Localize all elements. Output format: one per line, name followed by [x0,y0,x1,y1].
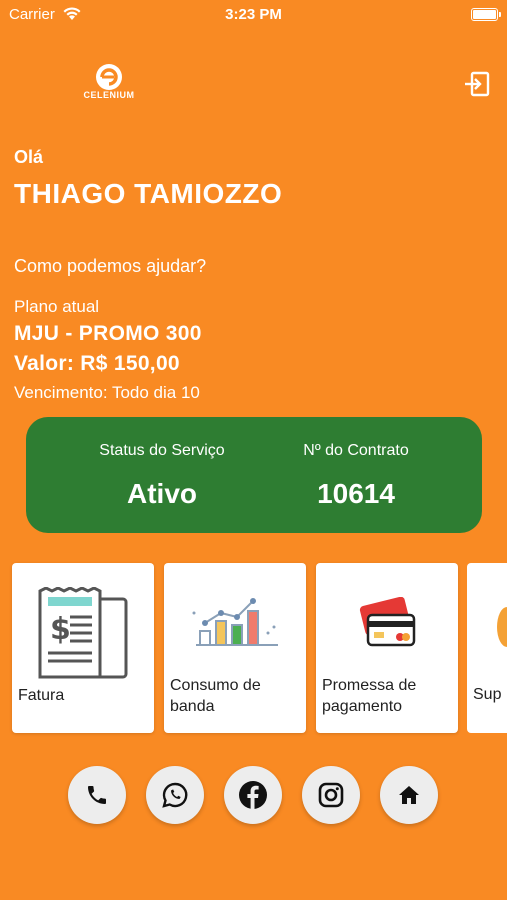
contract-number-label: Nº do Contrato [303,442,409,459]
plan-name: MJU - PROMO 300 [14,322,202,345]
whatsapp-icon [162,782,188,808]
clock: 3:23 PM [225,6,282,23]
card-promessa-de-pagamento[interactable]: Promessa de pagamento [316,563,458,733]
phone-button[interactable] [68,766,126,824]
instagram-button[interactable] [302,766,360,824]
facebook-icon [239,781,267,809]
card-label: Fatura [18,687,65,704]
service-status: Status do Serviço Ativo [62,417,262,510]
card-fatura[interactable]: $ Fatura [12,563,154,733]
plan-due-date: Vencimento: Todo dia 10 [14,383,200,402]
instagram-icon [318,782,344,808]
logo-mark-icon [96,64,122,90]
facebook-button[interactable] [224,766,282,824]
plan-label: Plano atual [14,297,100,316]
svg-text:$: $ [50,612,71,647]
contract-number-value: 10614 [317,478,395,509]
card-consumo-de-banda[interactable]: Consumo de banda [164,563,306,733]
credit-card-icon [359,597,416,647]
help-prompt: Como podemos ajudar? [14,256,207,276]
user-name: THIAGO TAMIOZZO [14,178,283,209]
status-bar: Carrier 3:23 PM [0,0,507,30]
home-icon [399,786,419,804]
service-status-card: Status do Serviço Ativo Nº do Contrato 1… [26,417,482,533]
card-label: Promessa de pagamento [322,677,417,715]
bandwidth-chart-icon [192,598,278,646]
plan-value: Valor: R$ 150,00 [14,352,180,375]
card-label: Sup [473,686,502,703]
logo-text: CELENIUM [83,90,135,100]
contract-number: Nº do Contrato 10614 [256,417,456,510]
home-button[interactable] [380,766,438,824]
service-status-label: Status do Serviço [99,442,225,459]
card-label: Consumo de banda [170,677,261,715]
service-status-value: Ativo [127,478,197,509]
logout-icon[interactable] [463,70,491,98]
support-icon [497,607,507,647]
battery-icon [471,8,501,21]
invoice-icon: $ [38,587,128,679]
card-suporte[interactable]: Sup [467,563,507,733]
brand-logo: CELENIUM [78,62,140,104]
greeting-hello: Olá [14,147,44,167]
whatsapp-button[interactable] [146,766,204,824]
phone-icon [88,786,106,804]
